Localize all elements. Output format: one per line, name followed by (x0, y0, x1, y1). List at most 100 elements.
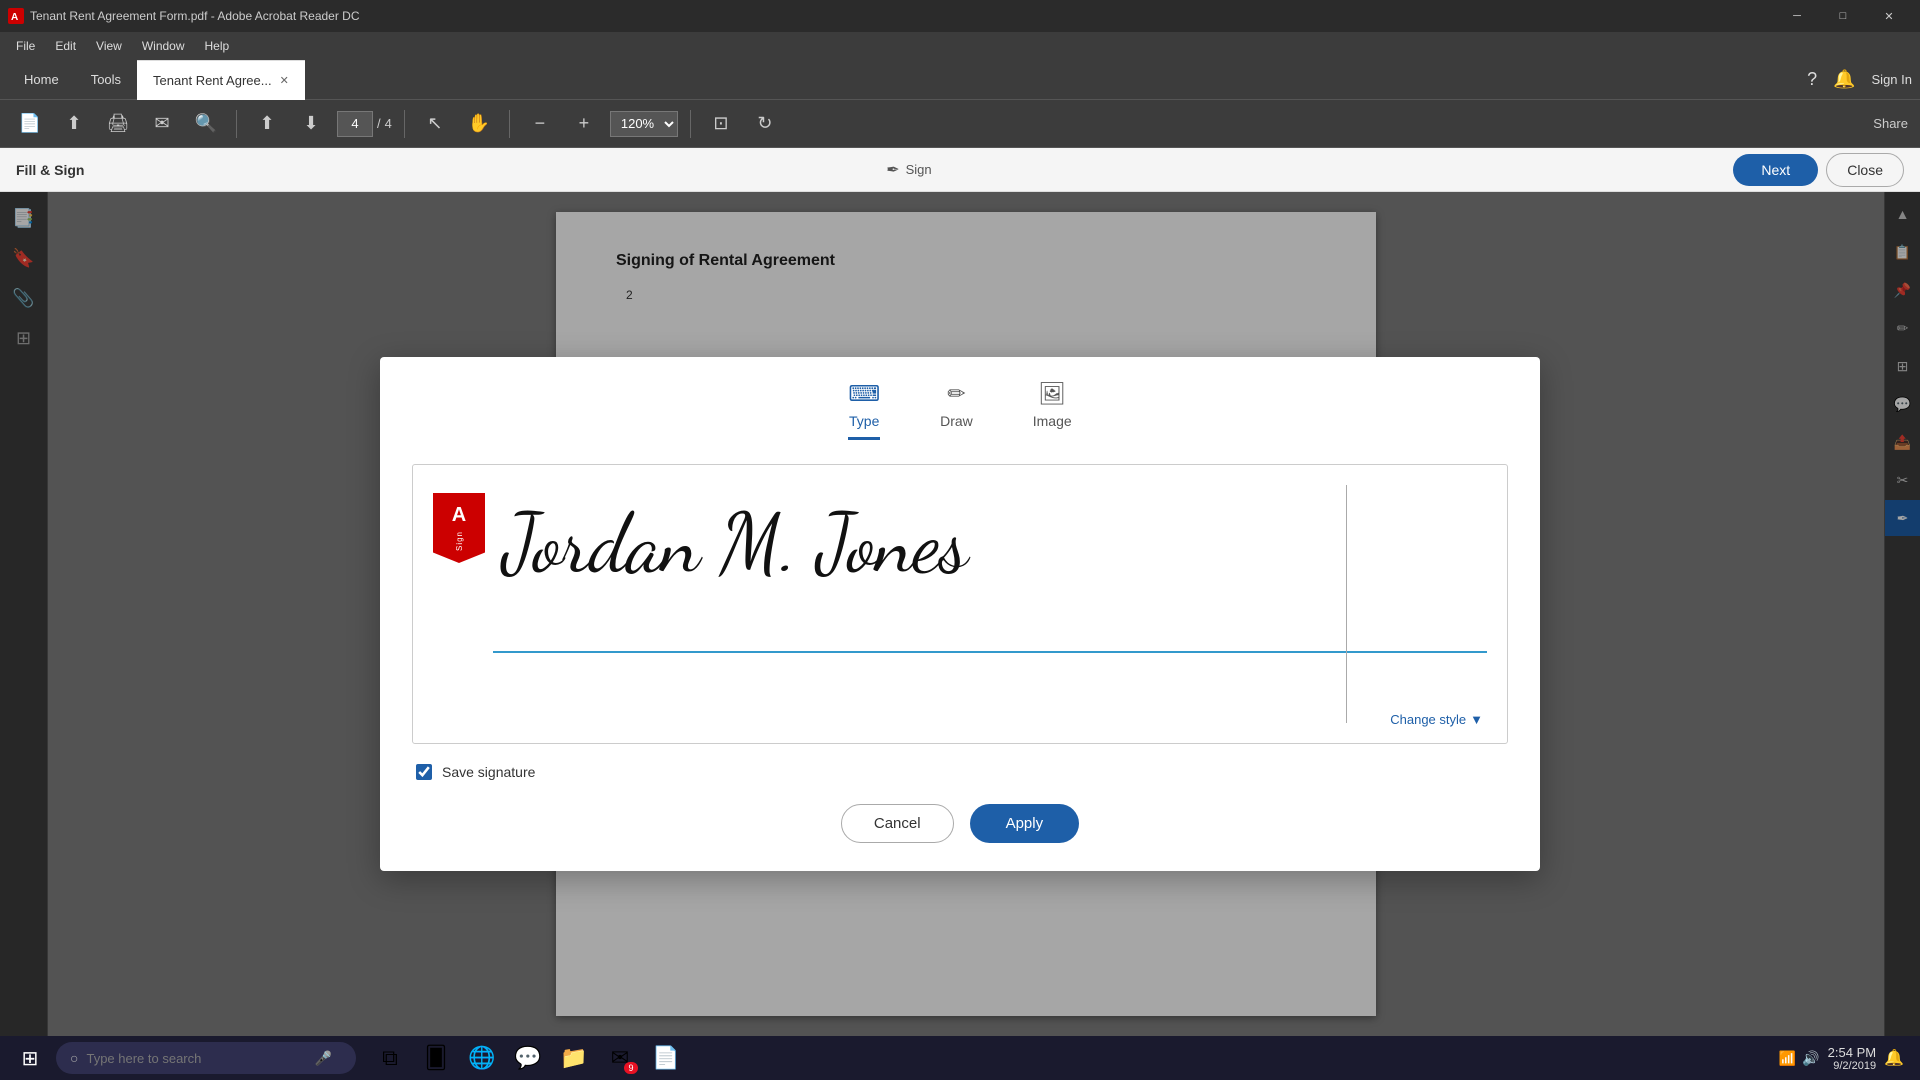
search-icon: ○ (70, 1050, 78, 1066)
email-btn[interactable]: ✉ (144, 106, 180, 142)
volume-icon[interactable]: 🔊 (1802, 1050, 1819, 1067)
taskbar-search-box[interactable]: ○ 🎤 (56, 1042, 356, 1074)
fill-sign-center: ✒ Sign (108, 160, 1709, 180)
next-page-btn[interactable]: ⬇ (293, 106, 329, 142)
share-label: Share (1873, 116, 1908, 131)
system-clock[interactable]: 2:54 PM 9/2/2019 (1828, 1045, 1876, 1072)
menu-file[interactable]: File (8, 35, 43, 57)
fill-sign-right: Next Close (1733, 153, 1904, 187)
zoom-in-btn[interactable]: + (566, 106, 602, 142)
taskbar-skype[interactable]: 💬 (506, 1036, 550, 1080)
save-signature-checkbox[interactable] (416, 764, 432, 780)
fill-sign-bar: Fill & Sign ✒ Sign Next Close (0, 148, 1920, 192)
tab-type[interactable]: ⌨ Type (848, 381, 880, 440)
taskbar-files[interactable]: 📁 (552, 1036, 596, 1080)
close-toolbar-button[interactable]: Close (1826, 153, 1904, 187)
zoom-out-btn[interactable]: − (522, 106, 558, 142)
page-separator: / (377, 116, 381, 131)
clock-date: 9/2/2019 (1828, 1060, 1876, 1072)
system-tray-icons: 📶 🔊 (1779, 1050, 1820, 1067)
toolbar: 📄 ⬆ 🖨 ✉ 🔍 ⬆ ⬇ / 4 ↖ ✋ − + 120% 100% 150%… (0, 100, 1920, 148)
taskbar-edge-browser[interactable]: 🌐 (460, 1036, 504, 1080)
type-tab-icon: ⌨ (848, 381, 880, 407)
clock-time: 2:54 PM (1828, 1045, 1876, 1060)
sig-bookmark-text: Sign (455, 531, 464, 551)
prev-page-btn[interactable]: ⬆ (249, 106, 285, 142)
toolbar-separator-4 (690, 110, 691, 138)
taskbar-apps: ⧉ 🂠 🌐 💬 📁 ✉ 9 📄 (368, 1036, 688, 1080)
taskbar-right: 📶 🔊 2:54 PM 9/2/2019 🔔 (1779, 1045, 1912, 1072)
menu-edit[interactable]: Edit (47, 35, 84, 57)
tab-document[interactable]: Tenant Rent Agree... ✕ (137, 60, 305, 100)
cancel-button[interactable]: Cancel (841, 804, 954, 843)
app-icon: A (8, 8, 24, 24)
sign-button[interactable]: ✒ Sign (886, 160, 931, 180)
tab-draw[interactable]: ✏ Draw (940, 381, 973, 440)
notification-icon[interactable]: 🔔 (1833, 69, 1855, 90)
tab-bar: Home Tools Tenant Rent Agree... ✕ ? 🔔 Si… (0, 60, 1920, 100)
taskbar-cards-app[interactable]: 🂠 (414, 1036, 458, 1080)
start-button[interactable]: ⊞ (8, 1036, 52, 1080)
tab-bar-right: ? 🔔 Sign In (1807, 69, 1912, 90)
dialog-overlay: ⌨ Type ✏ Draw 🖼 Image A Sign (0, 192, 1920, 1036)
new-file-btn[interactable]: 📄 (12, 106, 48, 142)
signature-area: A Sign Jordan M. Jones Change style ▼ (412, 464, 1508, 744)
maximize-button[interactable]: □ (1820, 0, 1866, 32)
dialog-button-row: Cancel Apply (412, 804, 1508, 843)
upload-btn[interactable]: ⬆ (56, 106, 92, 142)
svg-text:A: A (11, 12, 18, 23)
cursor-tool-btn[interactable]: ↖ (417, 106, 453, 142)
signature-cursor-line (1346, 485, 1347, 723)
change-style-button[interactable]: Change style ▼ (1390, 712, 1483, 727)
windows-logo: ⊞ (22, 1046, 39, 1071)
window-controls: ─ □ ✕ (1774, 0, 1912, 32)
taskbar-mail[interactable]: ✉ 9 (598, 1036, 642, 1080)
taskbar-task-view[interactable]: ⧉ (368, 1036, 412, 1080)
rotate-btn[interactable]: ↻ (747, 106, 783, 142)
microphone-icon[interactable]: 🎤 (314, 1050, 331, 1067)
minimize-button[interactable]: ─ (1774, 0, 1820, 32)
network-icon[interactable]: 📶 (1779, 1050, 1796, 1067)
signature-text-display: Jordan M. Jones (503, 495, 967, 593)
tab-home[interactable]: Home (8, 64, 75, 95)
save-signature-row: Save signature (416, 764, 1508, 780)
help-button[interactable]: ? (1807, 69, 1817, 90)
menu-help[interactable]: Help (197, 35, 238, 57)
sign-in-button[interactable]: Sign In (1872, 72, 1912, 87)
page-number-input[interactable] (337, 111, 373, 137)
mail-badge: 9 (624, 1062, 638, 1074)
title-bar: A Tenant Rent Agreement Form.pdf - Adobe… (0, 0, 1920, 32)
taskbar: ⊞ ○ 🎤 ⧉ 🂠 🌐 💬 📁 ✉ 9 📄 📶 🔊 2:54 PM 9/2/20… (0, 1036, 1920, 1080)
image-tab-label: Image (1033, 413, 1072, 429)
change-style-chevron: ▼ (1470, 712, 1483, 727)
sig-bookmark-logo: A (452, 504, 466, 527)
window-title: Tenant Rent Agreement Form.pdf - Adobe A… (30, 9, 1774, 23)
next-button[interactable]: Next (1733, 154, 1818, 186)
toolbar-separator-3 (509, 110, 510, 138)
taskbar-acrobat[interactable]: 📄 (644, 1036, 688, 1080)
notification-center-icon[interactable]: 🔔 (1884, 1048, 1904, 1068)
page-nav: / 4 (337, 111, 392, 137)
hand-tool-btn[interactable]: ✋ (461, 106, 497, 142)
tab-tools[interactable]: Tools (75, 64, 137, 95)
tab-doc-label: Tenant Rent Agree... (153, 73, 272, 88)
apply-button[interactable]: Apply (970, 804, 1080, 843)
toolbar-separator-2 (404, 110, 405, 138)
fill-sign-label: Fill & Sign (16, 162, 84, 178)
close-button[interactable]: ✕ (1866, 0, 1912, 32)
tab-close-btn[interactable]: ✕ (280, 74, 289, 87)
sig-bookmark-shape: A Sign (433, 493, 485, 563)
print-btn[interactable]: 🖨 (100, 106, 136, 142)
tab-image[interactable]: 🖼 Image (1033, 381, 1072, 440)
menu-view[interactable]: View (88, 35, 130, 57)
change-style-label: Change style (1390, 712, 1466, 727)
taskbar-search-input[interactable] (86, 1051, 306, 1066)
search-btn[interactable]: 🔍 (188, 106, 224, 142)
acrobat-bookmark-icon: A Sign (433, 493, 485, 563)
draw-tab-icon: ✏ (947, 381, 965, 407)
dialog-tabs: ⌨ Type ✏ Draw 🖼 Image (412, 381, 1508, 440)
menu-window[interactable]: Window (134, 35, 193, 57)
sign-icon: ✒ (886, 160, 899, 180)
zoom-select[interactable]: 120% 100% 150% (610, 111, 678, 137)
fit-page-btn[interactable]: ⊡ (703, 106, 739, 142)
